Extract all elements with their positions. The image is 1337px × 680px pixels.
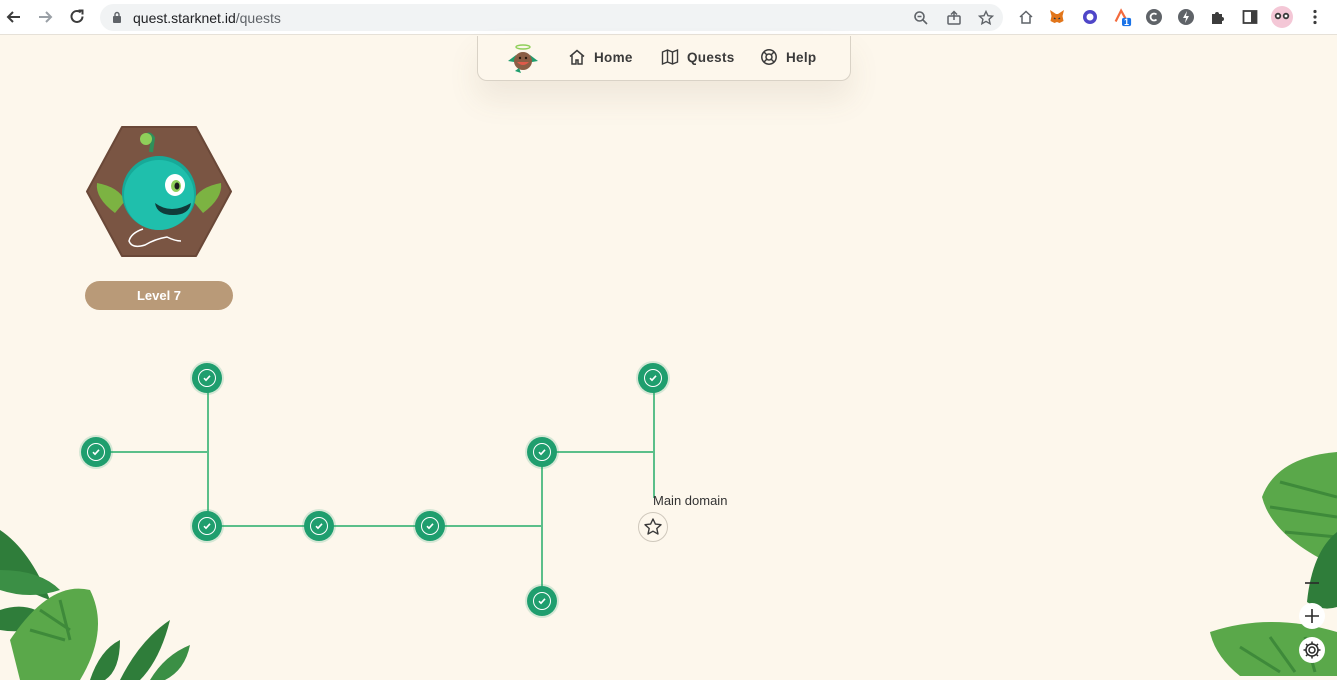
share-icon[interactable] bbox=[945, 9, 963, 27]
nav-help[interactable]: Help bbox=[760, 48, 816, 66]
tree-connector bbox=[653, 378, 655, 498]
copyright-extension-icon[interactable] bbox=[1144, 7, 1164, 27]
jungle-leaves-left bbox=[0, 530, 190, 680]
level-label: Level 7 bbox=[136, 288, 182, 303]
quest-tree: Main domain bbox=[0, 0, 1337, 680]
purple-ring-extension-icon[interactable] bbox=[1080, 7, 1100, 27]
nav-quests[interactable]: Quests bbox=[661, 48, 735, 66]
home-icon bbox=[569, 49, 585, 65]
zoom-in-icon bbox=[1305, 609, 1319, 623]
back-arrow-icon[interactable] bbox=[3, 6, 25, 28]
extension-badge: 1 bbox=[1124, 17, 1130, 27]
quest-node-completed[interactable] bbox=[304, 511, 334, 541]
tree-connector bbox=[97, 451, 208, 453]
side-panel-icon[interactable] bbox=[1240, 7, 1260, 27]
argent-extension-icon[interactable]: 1 bbox=[1112, 7, 1132, 27]
tree-connector bbox=[207, 378, 209, 527]
zoom-magnifier-icon[interactable] bbox=[912, 9, 930, 27]
quest-node-completed[interactable] bbox=[415, 511, 445, 541]
check-icon bbox=[315, 523, 323, 530]
check-icon bbox=[92, 449, 100, 456]
quest-node-completed[interactable] bbox=[81, 437, 111, 467]
url-domain: quest.starknet.id bbox=[133, 10, 236, 26]
bolt-extension-icon[interactable] bbox=[1176, 7, 1196, 27]
url-text: quest.starknet.id/quests bbox=[133, 10, 281, 26]
lock-icon bbox=[113, 11, 121, 23]
quest-node-completed[interactable] bbox=[638, 363, 668, 393]
forward-arrow-icon[interactable] bbox=[34, 6, 56, 28]
address-bar[interactable]: quest.starknet.id/quests bbox=[100, 4, 1003, 31]
top-navigation: Home Quests Help bbox=[477, 36, 851, 81]
settings-button[interactable] bbox=[1299, 637, 1325, 663]
puzzle-extensions-icon[interactable] bbox=[1208, 7, 1228, 27]
check-icon bbox=[538, 449, 546, 456]
browser-toolbar: quest.starknet.id/quests 1 bbox=[0, 0, 1337, 35]
lifebuoy-icon bbox=[761, 49, 777, 65]
url-path: /quests bbox=[235, 10, 281, 26]
quest-node-completed[interactable] bbox=[192, 363, 222, 393]
zoom-in-button[interactable] bbox=[1299, 603, 1325, 629]
zoom-out-icon bbox=[1305, 582, 1319, 584]
check-icon bbox=[538, 598, 546, 605]
check-icon bbox=[426, 523, 434, 530]
nav-home[interactable]: Home bbox=[568, 48, 633, 66]
star-icon bbox=[644, 518, 662, 535]
quest-node-completed[interactable] bbox=[527, 586, 557, 616]
check-icon bbox=[649, 375, 657, 382]
zoom-out-button[interactable] bbox=[1299, 570, 1325, 596]
tree-connector bbox=[542, 451, 654, 453]
profile-avatar-icon[interactable] bbox=[1270, 5, 1294, 29]
home-icon[interactable] bbox=[1016, 7, 1036, 27]
tree-connector bbox=[541, 452, 543, 601]
settings-icon bbox=[1303, 641, 1321, 659]
quest-node-pending[interactable] bbox=[638, 512, 668, 542]
profile-avatar bbox=[85, 125, 233, 258]
check-icon bbox=[203, 375, 211, 382]
level-badge: Level 7 bbox=[85, 281, 233, 310]
starknet-mascot-logo[interactable] bbox=[505, 41, 541, 77]
quest-node-completed[interactable] bbox=[527, 437, 557, 467]
nav-help-label: Help bbox=[786, 49, 817, 65]
metamask-fox-icon[interactable] bbox=[1047, 7, 1067, 27]
pending-quest-label: Main domain bbox=[653, 493, 728, 508]
nav-quests-label: Quests bbox=[687, 49, 735, 65]
kebab-menu-icon[interactable] bbox=[1305, 7, 1325, 27]
nav-home-label: Home bbox=[594, 49, 633, 65]
reload-icon[interactable] bbox=[66, 6, 88, 28]
tree-connector bbox=[208, 525, 542, 527]
check-icon bbox=[203, 523, 211, 530]
bookmark-star-icon[interactable] bbox=[977, 9, 995, 27]
map-icon bbox=[661, 48, 679, 66]
